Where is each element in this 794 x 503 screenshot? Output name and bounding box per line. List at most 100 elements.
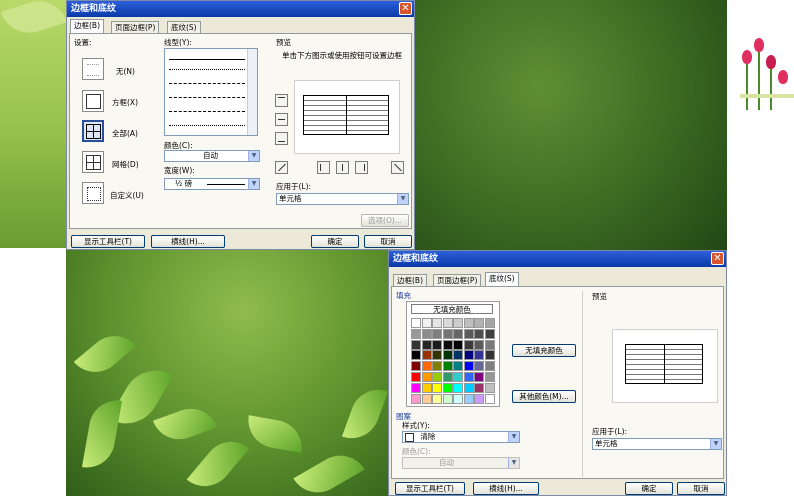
color-swatch[interactable] <box>484 318 495 328</box>
diagonal-down-button[interactable] <box>391 161 404 174</box>
border-bottom-button[interactable] <box>275 132 288 145</box>
diagonal-up-button[interactable] <box>275 161 288 174</box>
show-toolbar-button[interactable]: 显示工具栏(T) <box>71 235 145 248</box>
color-swatch[interactable] <box>463 318 474 328</box>
tab-shading[interactable]: 底纹(S) <box>485 272 519 286</box>
border-preview[interactable] <box>294 80 400 154</box>
color-swatch[interactable] <box>421 350 432 361</box>
color-swatch[interactable] <box>463 350 474 361</box>
color-swatch[interactable] <box>453 382 463 393</box>
color-swatch[interactable] <box>453 350 463 361</box>
ok-button[interactable]: 确定 <box>625 482 673 495</box>
color-swatch[interactable] <box>484 350 495 361</box>
color-swatch[interactable] <box>442 328 453 339</box>
color-swatch[interactable] <box>411 361 421 372</box>
style-select[interactable]: 清除 ▼ <box>402 431 520 443</box>
color-swatch[interactable] <box>463 393 474 404</box>
color-swatch[interactable] <box>411 382 421 393</box>
horizontal-line-button[interactable]: 横线(H)... <box>151 235 225 248</box>
color-swatch[interactable] <box>421 372 432 382</box>
border-top-button[interactable] <box>275 94 288 107</box>
color-swatch[interactable] <box>474 361 484 372</box>
setting-box-icon[interactable] <box>82 90 104 112</box>
setting-none-icon[interactable] <box>82 58 104 80</box>
color-swatch[interactable] <box>421 318 432 328</box>
color-swatch[interactable] <box>421 361 432 372</box>
border-inside-vertical-button[interactable] <box>336 161 349 174</box>
linestyle-list[interactable] <box>164 48 258 136</box>
color-swatch[interactable] <box>432 361 442 372</box>
color-swatch[interactable] <box>411 372 421 382</box>
linestyle-scrollbar[interactable] <box>247 49 257 135</box>
color-swatch[interactable] <box>411 339 421 350</box>
color-swatch[interactable] <box>421 393 432 404</box>
color-swatch[interactable] <box>474 339 484 350</box>
color-swatch[interactable] <box>421 382 432 393</box>
color-swatch[interactable] <box>453 318 463 328</box>
color-select[interactable]: 自动 ▼ <box>164 150 260 162</box>
color-swatch[interactable] <box>432 382 442 393</box>
no-fill-button[interactable]: 无填充颜色 <box>512 344 576 357</box>
no-fill-swatch[interactable]: 无填充颜色 <box>411 304 493 314</box>
color-swatch[interactable] <box>432 393 442 404</box>
color-swatch[interactable] <box>474 372 484 382</box>
color-swatch[interactable] <box>432 350 442 361</box>
apply-to-select[interactable]: 单元格 ▼ <box>276 193 409 205</box>
color-swatch[interactable] <box>484 372 495 382</box>
color-swatch[interactable] <box>442 361 453 372</box>
border-left-button[interactable] <box>317 161 330 174</box>
color-swatch[interactable] <box>474 328 484 339</box>
color-swatch[interactable] <box>453 339 463 350</box>
tab-shading[interactable]: 底纹(S) <box>167 21 201 33</box>
show-toolbar-button[interactable]: 显示工具栏(T) <box>395 482 465 495</box>
color-swatch[interactable] <box>463 382 474 393</box>
color-swatch[interactable] <box>463 372 474 382</box>
color-swatch[interactable] <box>421 328 432 339</box>
color-swatch[interactable] <box>484 361 495 372</box>
color-swatch[interactable] <box>411 393 421 404</box>
color-swatch[interactable] <box>432 328 442 339</box>
cancel-button[interactable]: 取消 <box>364 235 412 248</box>
tab-borders[interactable]: 边框(B) <box>393 274 427 286</box>
ok-button[interactable]: 确定 <box>311 235 359 248</box>
color-swatch[interactable] <box>453 393 463 404</box>
close-button[interactable]: ✕ <box>711 252 724 265</box>
setting-grid-icon[interactable] <box>82 151 104 173</box>
border-inside-horizontal-button[interactable] <box>275 113 288 126</box>
color-swatch[interactable] <box>474 350 484 361</box>
color-swatch[interactable] <box>442 318 453 328</box>
more-colors-button[interactable]: 其他颜色(M)... <box>512 390 576 403</box>
close-button[interactable]: ✕ <box>399 2 412 15</box>
color-swatch[interactable] <box>463 339 474 350</box>
pattern-color-select[interactable]: 自动 ▼ <box>402 457 520 469</box>
cancel-button[interactable]: 取消 <box>677 482 725 495</box>
color-swatch[interactable] <box>484 393 495 404</box>
color-swatch[interactable] <box>432 339 442 350</box>
color-swatch[interactable] <box>484 328 495 339</box>
color-swatch[interactable] <box>411 318 421 328</box>
color-swatch[interactable] <box>474 382 484 393</box>
border-right-button[interactable] <box>355 161 368 174</box>
color-swatch[interactable] <box>484 339 495 350</box>
color-swatch[interactable] <box>484 382 495 393</box>
color-swatch[interactable] <box>442 339 453 350</box>
color-swatch[interactable] <box>474 318 484 328</box>
color-swatch[interactable] <box>432 318 442 328</box>
apply-to-select[interactable]: 单元格 ▼ <box>592 438 722 450</box>
color-swatch[interactable] <box>442 382 453 393</box>
color-swatch[interactable] <box>453 361 463 372</box>
color-swatch[interactable] <box>442 350 453 361</box>
color-swatch[interactable] <box>463 328 474 339</box>
color-swatch[interactable] <box>442 393 453 404</box>
color-swatch[interactable] <box>421 339 432 350</box>
color-swatch[interactable] <box>411 328 421 339</box>
tab-borders[interactable]: 边框(B) <box>70 19 104 33</box>
options-button[interactable]: 选项(O)... <box>361 214 409 227</box>
color-swatch[interactable] <box>411 350 421 361</box>
color-swatch[interactable] <box>474 393 484 404</box>
tab-page-border[interactable]: 页面边框(P) <box>111 21 160 33</box>
color-swatch[interactable] <box>432 372 442 382</box>
color-swatch[interactable] <box>453 372 463 382</box>
setting-custom-icon[interactable] <box>82 182 104 204</box>
color-swatch[interactable] <box>442 372 453 382</box>
